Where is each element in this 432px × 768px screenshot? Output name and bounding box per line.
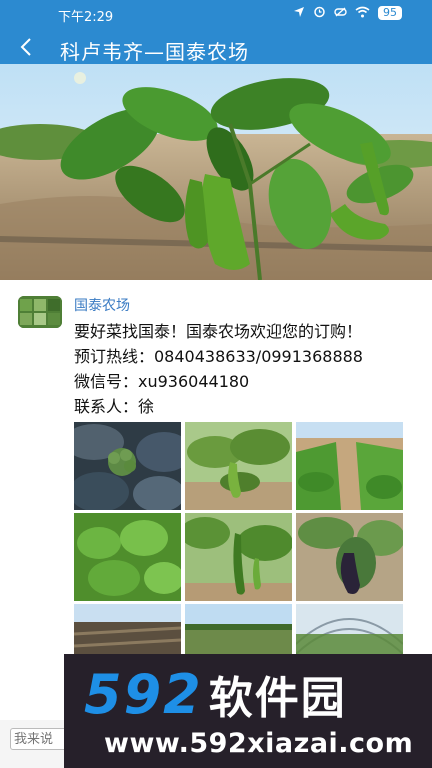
photo-green-peppers[interactable] (185, 513, 292, 601)
photo-broccoli[interactable] (74, 422, 181, 510)
post-text-line: 预订热线：0840438633/0991368888 (74, 347, 363, 366)
back-button[interactable] (14, 35, 38, 59)
status-icons: 95 (293, 5, 402, 21)
location-arrow-icon (293, 6, 305, 21)
back-chevron-icon (20, 38, 31, 56)
watermark-number: 592 (84, 663, 203, 726)
status-time: 下午2:29 (58, 10, 114, 25)
author-name[interactable]: 国泰农场 (74, 295, 130, 315)
status-bar: 下午2:29 95 (0, 0, 432, 26)
post-text-line: 微信号：xu936044180 (74, 372, 250, 391)
avatar[interactable] (18, 296, 62, 328)
battery-icon: 95 (378, 6, 402, 20)
app-header: 下午2:29 95 科卢韦齐—国泰农场 (0, 0, 432, 64)
wifi-icon (355, 6, 370, 21)
comment-input[interactable] (10, 728, 70, 750)
page-title: 科卢韦齐—国泰农场 (60, 40, 249, 64)
photo-peppers-plants[interactable] (185, 422, 292, 510)
post-text-line: 联系人：徐 (74, 397, 155, 416)
watermark-url: www.592xiazai.com (104, 728, 414, 759)
alarm-icon (313, 5, 326, 21)
watermark-text: 软件园 (208, 673, 347, 724)
hero-image (0, 64, 432, 280)
post-text-line: 要好菜找国泰！国泰农场欢迎您的订购！ (74, 322, 363, 341)
watermark-brand: 592 软件园 (84, 662, 347, 726)
photo-field-rows[interactable] (296, 422, 403, 510)
comment-bar (0, 720, 70, 768)
photo-eggplant[interactable] (296, 513, 403, 601)
watermark-logo: 592 软件园 www.592xiazai.com (64, 654, 432, 768)
photo-leafy-greens[interactable] (74, 513, 181, 601)
mute-icon (334, 5, 347, 21)
